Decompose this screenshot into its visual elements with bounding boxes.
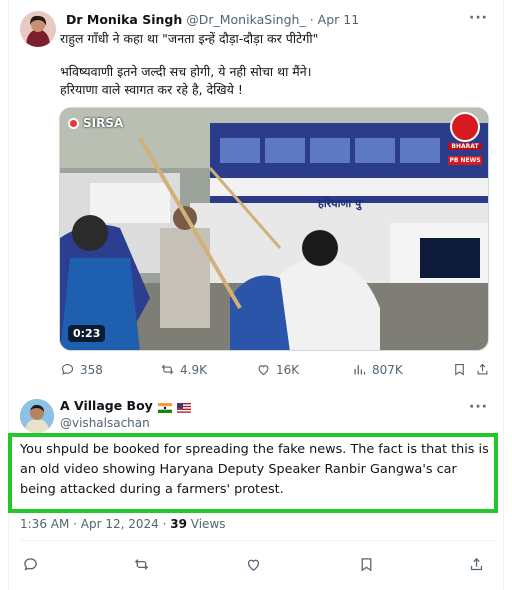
author-name[interactable]: Dr Monika Singh bbox=[66, 12, 182, 27]
reply-author-name-row: A Village Boy bbox=[60, 398, 191, 413]
video-duration: 0:23 bbox=[68, 325, 106, 342]
divider bbox=[20, 540, 496, 541]
reply-author-avatar[interactable] bbox=[20, 399, 54, 433]
like-count: 16K bbox=[276, 362, 300, 377]
tweet-text-line: राहुल गाँधी ने कहा था "जनता इन्हें दौड़ा… bbox=[60, 31, 319, 46]
tweet-video[interactable]: SIRSA BHARAT PB NEWS हरियाणा पु 0:23 bbox=[59, 107, 489, 351]
repost-icon bbox=[161, 364, 174, 375]
bookmark-button[interactable] bbox=[452, 362, 467, 377]
reply-author-handle[interactable]: @vishalsachan bbox=[60, 416, 150, 430]
views-button[interactable]: 807K bbox=[352, 362, 403, 377]
share-icon bbox=[470, 557, 483, 571]
india-flag-icon bbox=[157, 401, 172, 413]
repost-button[interactable]: 4.9K bbox=[160, 362, 207, 377]
tweet-date[interactable]: Apr 11 bbox=[318, 12, 360, 27]
like-button[interactable]: 16K bbox=[256, 362, 299, 377]
repost-count: 4.9K bbox=[180, 362, 207, 377]
tweet-actions: 358 4.9K 16K 807K bbox=[60, 362, 490, 378]
share-icon bbox=[477, 363, 488, 375]
reply-share-button[interactable] bbox=[468, 556, 485, 577]
reply-count: 358 bbox=[80, 362, 103, 377]
reply-actions bbox=[20, 556, 490, 574]
reply-repost-button[interactable] bbox=[133, 556, 150, 577]
channel-name: BHARAT bbox=[448, 143, 482, 150]
share-button[interactable] bbox=[475, 362, 490, 377]
more-options-icon[interactable]: ··· bbox=[469, 10, 488, 26]
tweet-header: Dr Monika Singh @Dr_MonikaSingh_ · Apr 1… bbox=[66, 12, 476, 30]
reply-reply-button[interactable] bbox=[22, 556, 39, 577]
header-separator: · bbox=[309, 12, 314, 27]
heart-icon bbox=[247, 559, 260, 571]
bookmark-icon bbox=[455, 363, 464, 376]
reply-text-line: being attacked during a farmers' protest… bbox=[20, 482, 284, 497]
view-count: 807K bbox=[372, 362, 403, 377]
tweet-text-line: भविष्यवाणी इतने जल्दी सच होगी, ये नही सो… bbox=[60, 64, 312, 79]
reply-metadata: 1:36 AM · Apr 12, 2024 · 39 Views bbox=[20, 517, 226, 531]
video-location-label: SIRSA bbox=[68, 116, 123, 130]
tweet-text-line: हरियाणा वाले स्वागत कर रहे है, देखिये ! bbox=[60, 82, 243, 97]
reply-author-name[interactable]: A Village Boy bbox=[60, 398, 153, 413]
reply-text-line: an old video showing Haryana Deputy Spea… bbox=[20, 462, 457, 477]
channel-sub: PB NEWS bbox=[448, 156, 482, 165]
analytics-icon bbox=[354, 365, 366, 375]
globe-logo-icon bbox=[450, 112, 480, 142]
location-text: SIRSA bbox=[83, 116, 124, 130]
heart-icon bbox=[258, 365, 269, 376]
location-pin-icon bbox=[68, 117, 79, 129]
reply-bookmark-button[interactable] bbox=[358, 556, 375, 577]
bookmark-icon bbox=[361, 558, 372, 572]
news-channel-logo: BHARAT PB NEWS bbox=[448, 112, 482, 165]
video-frame bbox=[60, 108, 488, 350]
reply-views-label: Views bbox=[190, 517, 226, 531]
bus-text: हरियाणा पु bbox=[318, 197, 362, 210]
reply-text-line: You shpuld be booked for spreading the f… bbox=[20, 442, 489, 457]
repost-icon bbox=[134, 559, 149, 570]
reply-like-button[interactable] bbox=[245, 556, 262, 577]
author-handle[interactable]: @Dr_MonikaSingh_ bbox=[186, 12, 305, 27]
reply-icon bbox=[61, 363, 74, 375]
reply-view-count: 39 bbox=[170, 517, 187, 531]
reply-timestamp[interactable]: 1:36 AM · Apr 12, 2024 · bbox=[20, 517, 166, 531]
author-avatar[interactable] bbox=[20, 11, 56, 47]
reply-button[interactable]: 358 bbox=[60, 362, 103, 377]
reply-icon bbox=[24, 558, 37, 571]
reply-more-options-icon[interactable]: ··· bbox=[469, 399, 488, 415]
usa-flag-icon bbox=[176, 401, 191, 413]
